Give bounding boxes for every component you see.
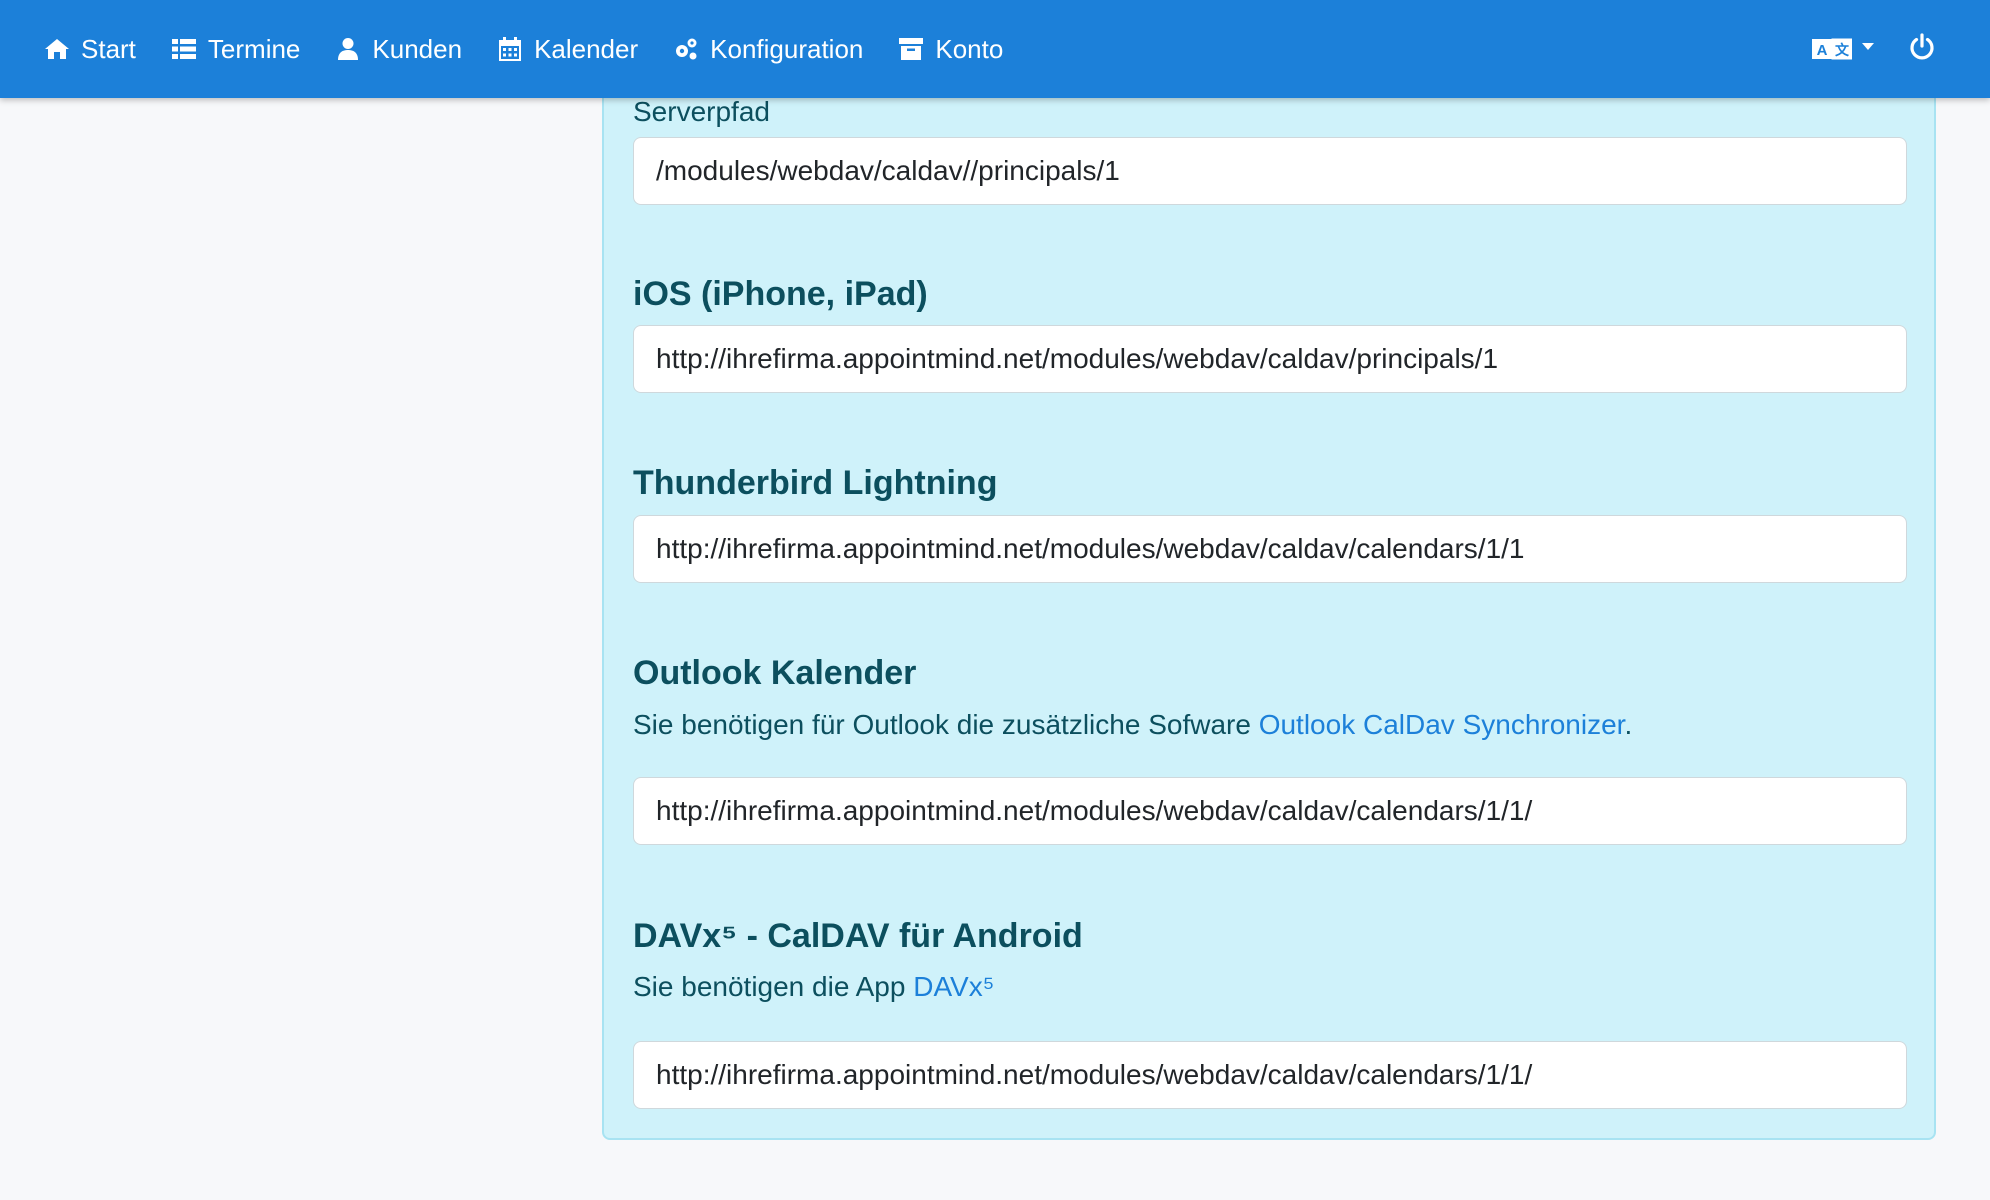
serverpfad-label: Serverpfad (633, 96, 770, 127)
outlook-desc-suffix: . (1624, 709, 1633, 740)
nav-item-label: Konto (935, 33, 1004, 64)
nav-item-label: Termine (207, 33, 301, 64)
nav-item-kunden[interactable]: Kunden (335, 34, 462, 65)
svg-text:文: 文 (1835, 42, 1850, 58)
davx-url-field[interactable] (633, 1041, 1907, 1109)
outlook-heading: Outlook Kalender (633, 654, 917, 692)
home-icon (45, 39, 69, 59)
nav-item-termine[interactable]: Termine (171, 34, 300, 65)
outlook-desc-text: Sie benötigen für Outlook die zusätzlich… (633, 709, 1259, 740)
nav-item-start[interactable]: Start (44, 34, 136, 65)
nav-item-label: Konfiguration (710, 33, 864, 64)
thunderbird-heading: Thunderbird Lightning (633, 464, 998, 502)
davx-desc-text: Sie benötigen die App (633, 971, 914, 1002)
nav-item-kalender[interactable]: Kalender (497, 34, 638, 65)
nav-item-label: Kalender (534, 33, 639, 64)
nav-item-label: Kunden (372, 33, 463, 64)
nav-right: A文 (1812, 0, 1936, 98)
outlook-caldav-synchronizer-link[interactable]: Outlook CalDav Synchronizer (1259, 709, 1625, 740)
calendar-icon (499, 37, 522, 61)
user-icon (338, 38, 359, 60)
top-navbar: Start Termine Kunden Kalender Konfigurat… (0, 0, 1990, 98)
archive-icon (899, 38, 924, 60)
davx-description: Sie benötigen die App DAVx⁵ (633, 971, 994, 1003)
nav-item-konto[interactable]: Konto (898, 34, 1003, 65)
thunderbird-url-field[interactable] (633, 515, 1907, 583)
outlook-description: Sie benötigen für Outlook die zusätzlich… (633, 709, 1632, 741)
serverpfad-field[interactable] (633, 137, 1907, 205)
chevron-down-icon (1862, 42, 1874, 50)
gears-icon (676, 38, 697, 60)
nav-item-label: Start (81, 33, 136, 64)
ios-url-field[interactable] (633, 325, 1907, 393)
nav-item-konfiguration[interactable]: Konfiguration (673, 34, 863, 65)
davx-app-link[interactable]: DAVx⁵ (913, 971, 994, 1002)
power-icon (1910, 32, 1934, 59)
nav-menu: Start Termine Kunden Kalender Konfigurat… (44, 0, 1038, 98)
davx-heading: DAVx⁵ - CalDAV für Android (633, 917, 1083, 955)
language-dropdown[interactable]: A文 (1812, 37, 1874, 61)
outlook-url-field[interactable] (633, 777, 1907, 845)
list-icon (171, 39, 196, 59)
svg-text:A: A (1817, 42, 1828, 59)
logout-button[interactable] (1908, 32, 1936, 66)
ios-heading: iOS (iPhone, iPad) (633, 275, 928, 313)
translate-icon: A文 (1812, 38, 1852, 60)
